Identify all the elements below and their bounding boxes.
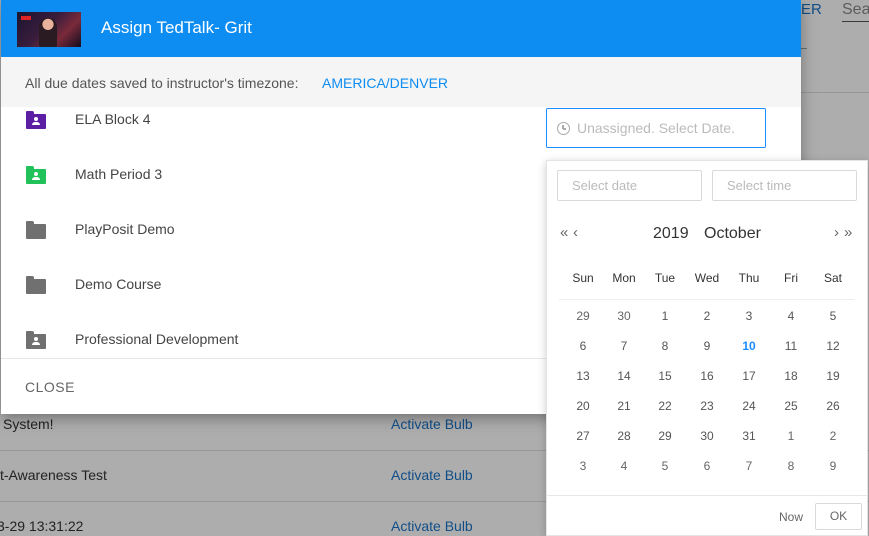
calendar-day[interactable]: 4: [770, 308, 812, 324]
calendar-day[interactable]: 2: [686, 308, 728, 324]
calendar-day[interactable]: 9: [686, 338, 728, 354]
calendar-day[interactable]: 20: [562, 398, 604, 414]
prev-month-button[interactable]: ‹: [573, 224, 578, 242]
calendar-day[interactable]: 4: [603, 458, 645, 474]
next-year-button[interactable]: »: [844, 224, 852, 242]
calendar-day[interactable]: 17: [728, 368, 770, 384]
weekday-label: Thu: [738, 271, 760, 285]
picker-month[interactable]: October: [704, 225, 761, 243]
due-date-input[interactable]: Unassigned. Select Date.: [546, 108, 766, 148]
weekday-label: Sun: [572, 271, 594, 285]
calendar-day[interactable]: 29: [644, 428, 686, 444]
weekday-label: Mon: [612, 271, 636, 285]
shared-folder-icon: [26, 331, 46, 349]
calendar-day[interactable]: 13: [562, 368, 604, 384]
course-name: ELA Block 4: [75, 111, 151, 127]
weekday-label: Tue: [654, 271, 676, 285]
weekday-label: Fri: [784, 271, 798, 285]
video-thumbnail: [17, 12, 81, 47]
weekday-divider: [559, 299, 854, 300]
calendar-day[interactable]: 26: [812, 398, 854, 414]
calendar-day[interactable]: 19: [812, 368, 854, 384]
select-time-input[interactable]: Select time: [712, 170, 857, 201]
calendar-day[interactable]: 30: [686, 428, 728, 444]
calendar-day[interactable]: 31: [728, 428, 770, 444]
course-name: PlayPosit Demo: [75, 221, 175, 237]
next-month-button[interactable]: ›: [834, 224, 839, 242]
calendar-day[interactable]: 5: [644, 458, 686, 474]
calendar-day[interactable]: 28: [603, 428, 645, 444]
due-date-placeholder: Unassigned. Select Date.: [577, 120, 735, 136]
timezone-label: All due dates saved to instructor's time…: [25, 75, 299, 91]
picker-footer: Now OK: [547, 495, 867, 536]
calendar-day[interactable]: 29: [562, 308, 604, 324]
calendar-day[interactable]: 30: [603, 308, 645, 324]
course-name: Demo Course: [75, 276, 162, 292]
calendar-day[interactable]: 7: [728, 458, 770, 474]
calendar-day[interactable]: 16: [686, 368, 728, 384]
shared-folder-icon: [26, 166, 46, 184]
folder-icon: [26, 276, 46, 294]
timezone-value[interactable]: AMERICA/DENVER: [322, 75, 448, 91]
calendar-day[interactable]: 6: [686, 458, 728, 474]
calendar-day[interactable]: 1: [770, 428, 812, 444]
timezone-bar: All due dates saved to instructor's time…: [1, 57, 801, 107]
calendar-day[interactable]: 22: [644, 398, 686, 414]
calendar-day[interactable]: 2: [812, 428, 854, 444]
calendar-day[interactable]: 3: [728, 308, 770, 324]
calendar-day[interactable]: 7: [603, 338, 645, 354]
now-button[interactable]: Now: [779, 510, 803, 524]
calendar-day[interactable]: 11: [770, 338, 812, 354]
date-picker: Select date Select time « ‹ 2019 October…: [546, 160, 868, 536]
calendar-day[interactable]: 24: [728, 398, 770, 414]
picker-year[interactable]: 2019: [653, 225, 689, 243]
course-name: Math Period 3: [75, 166, 163, 182]
course-name: Professional Development: [75, 331, 239, 347]
shared-folder-icon: [26, 111, 46, 129]
picker-inputs: Select date Select time: [547, 161, 867, 211]
calendar-day[interactable]: 8: [770, 458, 812, 474]
select-date-input[interactable]: Select date: [557, 170, 702, 201]
calendar-day[interactable]: 12: [812, 338, 854, 354]
calendar-day[interactable]: 5: [812, 308, 854, 324]
prev-year-button[interactable]: «: [560, 224, 568, 242]
clock-icon: [557, 122, 570, 135]
calendar-day[interactable]: 18: [770, 368, 812, 384]
calendar-day[interactable]: 15: [644, 368, 686, 384]
calendar-day[interactable]: 23: [686, 398, 728, 414]
calendar-day[interactable]: 3: [562, 458, 604, 474]
calendar-day[interactable]: 6: [562, 338, 604, 354]
calendar-day[interactable]: 8: [644, 338, 686, 354]
weekday-label: Wed: [694, 271, 720, 285]
dialog-header: Assign TedTalk- Grit: [1, 0, 801, 57]
calendar-day-today[interactable]: 10: [728, 338, 770, 354]
ok-button[interactable]: OK: [815, 503, 862, 530]
weekday-label: Sat: [823, 271, 842, 285]
dialog-title: Assign TedTalk- Grit: [101, 18, 252, 37]
close-button[interactable]: CLOSE: [25, 379, 75, 395]
folder-icon: [26, 221, 46, 239]
calendar-day[interactable]: 25: [770, 398, 812, 414]
calendar-day[interactable]: 14: [603, 368, 645, 384]
calendar-day[interactable]: 21: [603, 398, 645, 414]
calendar-day[interactable]: 9: [812, 458, 854, 474]
calendar-day[interactable]: 27: [562, 428, 604, 444]
calendar-day[interactable]: 1: [644, 308, 686, 324]
